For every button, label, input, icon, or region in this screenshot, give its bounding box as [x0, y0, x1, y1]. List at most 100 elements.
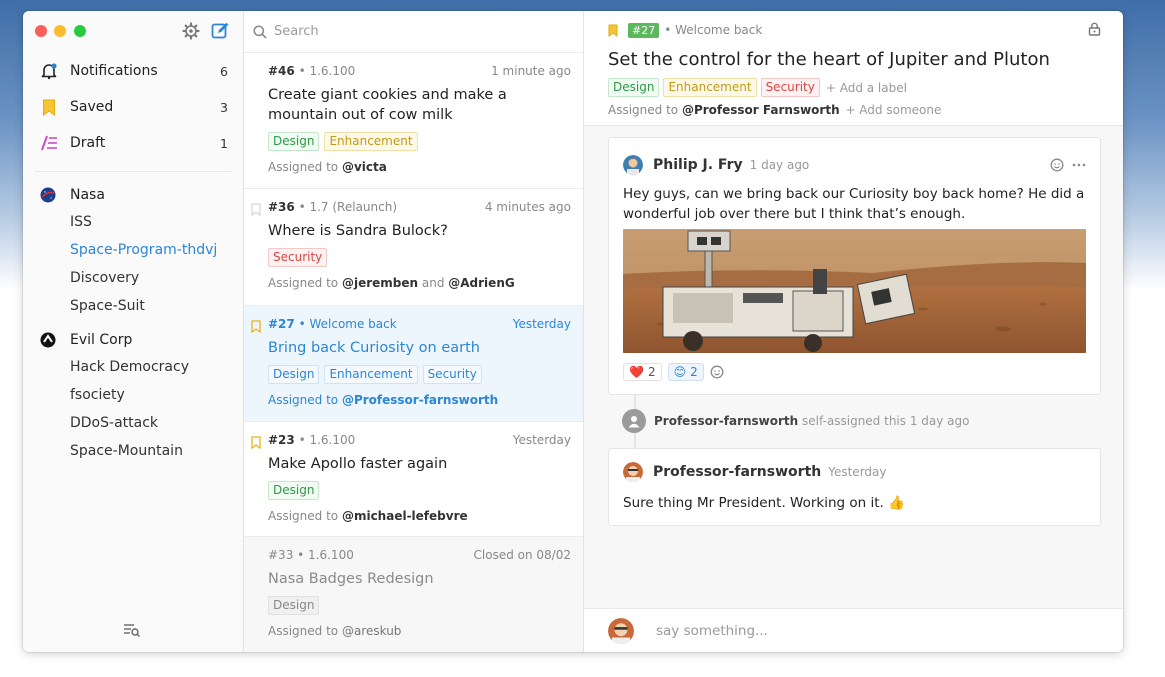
comment-header: Professor-farnsworth Yesterday	[609, 449, 1100, 483]
issue-assigned: Assigned to @michael-lefebvre	[268, 509, 571, 527]
sidebar-item-space-program-thdvj[interactable]: Space-Program-thdvj	[23, 236, 243, 264]
label-security[interactable]: Security	[268, 248, 328, 267]
assignee-link[interactable]: @Professor Farnsworth	[682, 103, 840, 117]
issue-number: #46	[268, 63, 295, 78]
comment-author[interactable]: Professor-farnsworth	[653, 464, 821, 480]
bookmark-outline-icon[interactable]	[251, 203, 261, 216]
assigned-prefix: Assigned to	[268, 276, 342, 290]
close-window-button[interactable]	[35, 25, 47, 37]
sidebar-item-discovery[interactable]: Discovery	[23, 264, 243, 292]
add-label-link[interactable]: + Add a label	[826, 81, 907, 95]
search-icon	[253, 24, 267, 39]
assignee-link[interactable]: @victa	[342, 160, 387, 174]
comment-author[interactable]: Philip J. Fry	[653, 157, 743, 173]
comment-body: Sure thing Mr President. Working on it. …	[623, 495, 905, 511]
assigned-prefix: Assigned to	[608, 103, 682, 117]
assigned-prefix: Assigned to	[268, 160, 342, 174]
issue-number: #36	[268, 199, 295, 214]
bookmark-icon[interactable]	[251, 320, 261, 333]
issue-meta: #27 • Welcome back Yesterday	[268, 315, 571, 332]
issue-list: #46 • 1.6.100 1 minute ago Create giant …	[244, 11, 584, 652]
draft-icon	[40, 134, 58, 152]
gear-icon[interactable]	[181, 21, 201, 41]
divider	[35, 171, 231, 172]
label-design[interactable]: Design	[268, 365, 320, 384]
issue-item-27[interactable]: #27 • Welcome back Yesterday Bring back …	[244, 306, 583, 422]
label-design[interactable]: Design	[268, 481, 320, 500]
issue-meta: #46 • 1.6.100 1 minute ago	[268, 62, 571, 79]
group-evil-corp[interactable]: Evil Corp	[23, 327, 243, 353]
sidebar-item-ddos-attack[interactable]: DDoS-attack	[23, 409, 243, 437]
compose-icon[interactable]	[210, 21, 230, 41]
issue-assigned: Assigned to @areskub	[268, 624, 571, 642]
avatar[interactable]	[623, 462, 643, 482]
reaction-count: 2	[647, 365, 656, 379]
issue-item-46[interactable]: #46 • 1.6.100 1 minute ago Create giant …	[244, 53, 583, 189]
add-reaction-icon[interactable]	[710, 365, 724, 379]
sidebar-item-hack-democracy[interactable]: Hack Democracy	[23, 353, 243, 381]
assignee-link[interactable]: @michael-lefebvre	[342, 509, 468, 523]
avatar[interactable]	[623, 154, 643, 175]
zoom-window-button[interactable]	[74, 25, 86, 37]
lock-icon[interactable]	[1088, 22, 1101, 36]
bell-icon	[40, 62, 58, 80]
issue-item-23[interactable]: #23 • 1.6.100 Yesterday Make Apollo fast…	[244, 422, 583, 537]
sidebar-item-draft[interactable]: Draft 1	[23, 125, 243, 161]
issue-labels: Design	[268, 596, 571, 615]
issue-version: • 1.6.100	[294, 432, 356, 447]
sidebar-item-iss[interactable]: ISS	[23, 208, 243, 236]
group-nasa[interactable]: Nasa	[23, 182, 243, 208]
issue-labels: Design	[268, 481, 571, 500]
timeline-event: Professor-farnsworth self-assigned this …	[622, 409, 969, 433]
reaction-heart[interactable]: ❤️ 2	[623, 363, 662, 381]
filter-search-icon[interactable]	[123, 622, 141, 638]
label-enhancement[interactable]: Enhancement	[663, 78, 757, 97]
reaction-smile[interactable]: 😊 2	[667, 363, 704, 381]
count-badge: 1	[220, 135, 228, 151]
label-enhancement[interactable]: Enhancement	[324, 132, 418, 151]
assigned-prefix: Assigned to	[268, 624, 342, 638]
sidebar-item-space-mountain[interactable]: Space-Mountain	[23, 437, 243, 465]
reply-input[interactable]	[656, 622, 956, 639]
assigned-and: and	[418, 276, 449, 290]
assigned-prefix: Assigned to	[268, 393, 342, 407]
add-reaction-icon[interactable]	[1050, 158, 1064, 172]
label-security[interactable]: Security	[760, 78, 820, 97]
curiosity-rover-image	[623, 229, 1086, 353]
label-design[interactable]: Design	[268, 132, 320, 151]
issue-assigned: Assigned to @jeremben and @AdrienG	[268, 276, 571, 294]
assignee-link[interactable]: @AdrienG	[448, 276, 514, 290]
search-input[interactable]	[274, 24, 554, 39]
issue-item-33[interactable]: #33 • 1.6.100 Closed on 08/02 Nasa Badge…	[244, 537, 583, 652]
sidebar-item-space-suit[interactable]: Space-Suit	[23, 292, 243, 320]
sidebar-item-saved[interactable]: Saved 3	[23, 89, 243, 125]
group-name: Nasa	[70, 187, 105, 203]
issue-time: 1 minute ago	[491, 63, 571, 78]
event-actor[interactable]: Professor-farnsworth	[654, 414, 798, 428]
title-bar	[23, 11, 243, 53]
minimize-window-button[interactable]	[54, 25, 66, 37]
label-design[interactable]: Design	[608, 78, 660, 97]
issue-detail-title[interactable]: Set the control for the heart of Jupiter…	[608, 49, 1099, 70]
sidebar-item-label: Saved	[70, 99, 114, 115]
add-someone-link[interactable]: + Add someone	[842, 103, 941, 117]
search-bar	[244, 11, 583, 53]
issue-item-36[interactable]: #36 • 1.7 (Relaunch) 4 minutes ago Where…	[244, 189, 583, 306]
assignee-link[interactable]: @areskub	[342, 624, 401, 638]
bookmark-icon[interactable]	[608, 24, 618, 37]
label-design[interactable]: Design	[268, 596, 320, 615]
assignee-link[interactable]: @Professor-farnsworth	[342, 393, 498, 407]
milestone[interactable]: • Welcome back	[664, 23, 762, 37]
sidebar-item-fsociety[interactable]: fsociety	[23, 381, 243, 409]
bookmark-icon[interactable]	[251, 436, 261, 449]
issue-time: 4 minutes ago	[484, 199, 571, 214]
issue-time: Yesterday	[512, 316, 571, 331]
comment-time: Yesterday	[828, 465, 887, 479]
label-enhancement[interactable]: Enhancement	[324, 365, 418, 384]
event-description: self-assigned this 1 day ago	[798, 414, 970, 428]
comment-card: Philip J. Fry 1 day ago Hey guys, can we…	[608, 137, 1101, 395]
more-options-icon[interactable]	[1072, 163, 1086, 167]
assignee-link[interactable]: @jeremben	[342, 276, 418, 290]
label-security[interactable]: Security	[422, 365, 482, 384]
sidebar-item-notifications[interactable]: Notifications 6	[23, 53, 243, 89]
